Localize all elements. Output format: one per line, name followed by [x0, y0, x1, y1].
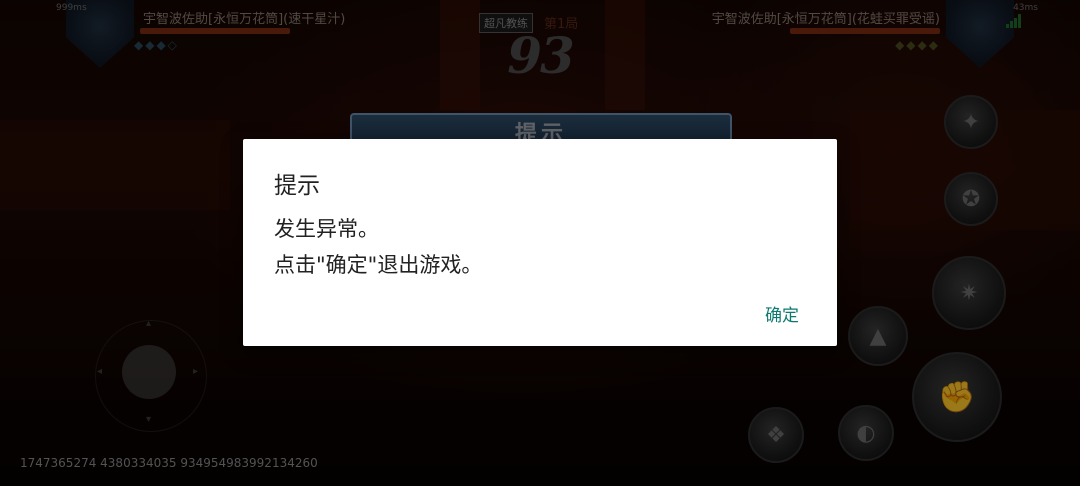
dialog-message: 发生异常。 点击"确定"退出游戏。	[274, 211, 482, 283]
dialog-message-line: 发生异常。	[274, 217, 379, 241]
dialog-message-line: 点击"确定"退出游戏。	[274, 253, 483, 277]
alert-dialog: 提示 发生异常。 点击"确定"退出游戏。 确定	[243, 139, 837, 346]
dialog-title: 提示	[274, 173, 320, 199]
confirm-button[interactable]: 确定	[755, 297, 809, 330]
